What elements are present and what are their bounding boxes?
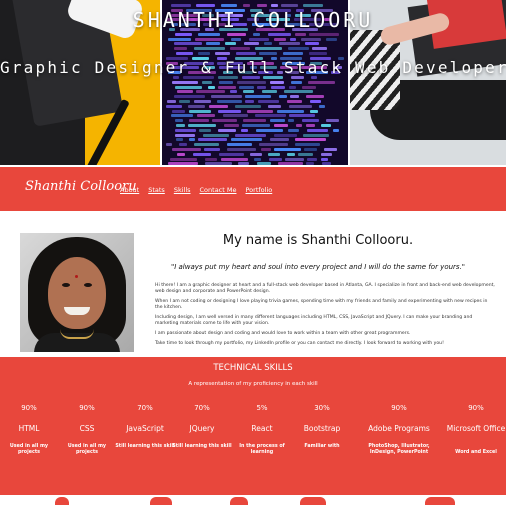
skill-name: Bootstrap — [303, 424, 341, 433]
about-section: My name is Shanthi Collooru. "I always p… — [0, 211, 506, 357]
skill-html: 90% HTML Used in all my projects — [0, 404, 59, 456]
profile-photo — [20, 233, 134, 352]
skill-adobe: 90% Adobe Programs PhotoShop, Illustrato… — [362, 404, 436, 456]
about-paragraph: Hi there! I am a graphic designer at hea… — [155, 283, 495, 294]
skills-subtitle: A representation of my proficiency in ea… — [188, 381, 318, 387]
nav-link-about[interactable]: About — [120, 186, 139, 194]
hero-banner: SHANTHI COLLOORU Graphic Designer & Full… — [0, 0, 506, 165]
skill-percent: 90% — [21, 404, 37, 412]
skill-name: React — [251, 424, 273, 433]
about-paragraph: Take time to look through my portfolio, … — [155, 341, 444, 346]
skills-title: TECHNICAL SKILLS — [213, 363, 293, 373]
navbar: Shanthi Collooru About Stats Skills Cont… — [0, 167, 506, 211]
skill-bootstrap: 30% Bootstrap Familiar with — [292, 404, 352, 450]
hero-subtitle: Graphic Designer & Full Stack Web Develo… — [0, 58, 506, 77]
nav-links: About Stats Skills Contact Me Portfolio — [120, 186, 272, 194]
about-quote: "I always put my heart and soul into eve… — [170, 263, 466, 271]
skill-css: 90% CSS Used in all my projects — [57, 404, 117, 456]
skill-microsoft-office: 90% Microsoft Office Word and Excel — [446, 404, 506, 456]
skills-section: TECHNICAL SKILLS A representation of my … — [0, 357, 506, 495]
skill-name: HTML — [18, 424, 40, 433]
nav-link-stats[interactable]: Stats — [148, 186, 165, 194]
next-section-peek — [0, 495, 506, 505]
skill-percent: 70% — [194, 404, 210, 412]
skill-note: Word and Excel — [455, 450, 497, 455]
nav-link-skills[interactable]: Skills — [174, 186, 191, 194]
nav-link-contact[interactable]: Contact Me — [200, 186, 237, 194]
skill-name: CSS — [79, 424, 95, 433]
skill-note: Still learning this skill — [172, 444, 232, 449]
about-body: Hi there! I am a graphic designer at hea… — [155, 283, 495, 351]
hero-title: SHANTHI COLLOORU — [132, 8, 374, 32]
skill-percent: 90% — [468, 404, 484, 412]
skill-note: Familiar with — [304, 444, 340, 449]
skill-percent: 90% — [79, 404, 95, 412]
about-paragraph: I am passionate about design and coding … — [155, 331, 411, 336]
skill-percent: 90% — [391, 404, 407, 412]
skill-name: JQuery — [189, 424, 215, 433]
skill-name: Microsoft Office — [446, 424, 506, 433]
skill-javascript: 70% JavaScript Still learning this skill — [115, 404, 175, 450]
skill-react: 5% React In the process of learning — [232, 404, 292, 456]
skill-percent: 30% — [314, 404, 330, 412]
skill-note: Used in all my projects — [67, 444, 107, 455]
skill-note: Used in all my projects — [9, 444, 49, 455]
about-paragraph: Including design, I am well versed in ma… — [155, 315, 473, 326]
skill-note: PhotoShop, Illustrator, InDesign, PowerP… — [368, 444, 430, 455]
skill-name: Adobe Programs — [368, 424, 430, 433]
skill-name: JavaScript — [126, 424, 164, 433]
skill-jquery: 70% JQuery Still learning this skill — [172, 404, 232, 450]
skill-percent: 5% — [256, 404, 268, 412]
nav-link-portfolio[interactable]: Portfolio — [245, 186, 272, 194]
skill-percent: 70% — [137, 404, 153, 412]
skill-note: In the process of learning — [239, 444, 285, 455]
about-heading: My name is Shanthi Collooru. — [222, 233, 414, 248]
skill-note: Still learning this skill — [115, 444, 175, 449]
about-paragraph: When I am not coding or designing I love… — [155, 299, 488, 310]
